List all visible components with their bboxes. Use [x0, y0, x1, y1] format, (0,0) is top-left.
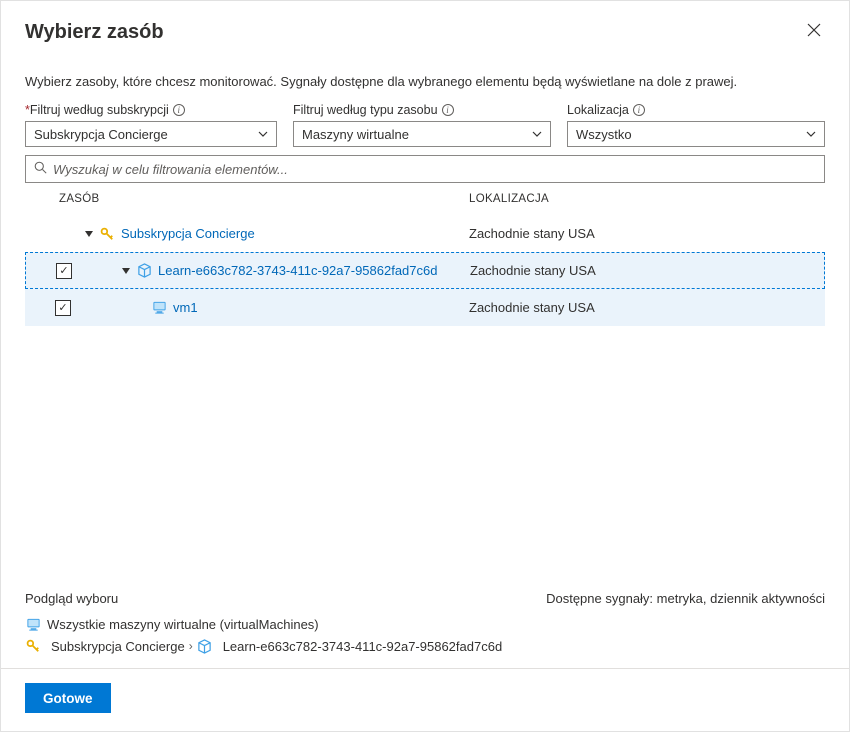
close-icon: [807, 23, 821, 37]
tree-row-vm[interactable]: ✓ vm1 Zachodnie stany USA: [25, 289, 825, 326]
preview-all-vms: Wszystkie maszyny wirtualne (virtualMach…: [25, 616, 825, 632]
preview-breadcrumb: Subskrypcja Concierge › Learn-e663c782-3…: [25, 638, 825, 654]
key-icon: [25, 638, 41, 654]
filter-subscription-label: Filtruj według subskrypcji i: [25, 103, 277, 117]
search-container[interactable]: [25, 155, 825, 183]
resource-group-location: Zachodnie stany USA: [470, 263, 596, 278]
expand-icon[interactable]: [85, 231, 93, 237]
vm-location: Zachodnie stany USA: [469, 300, 595, 315]
preview-label: Podgląd wyboru: [25, 591, 118, 606]
filter-resourcetype-label: Filtruj według typu zasobu i: [293, 103, 551, 117]
checkbox-vm[interactable]: ✓: [55, 300, 71, 316]
search-icon: [34, 161, 47, 177]
subscription-location: Zachodnie stany USA: [469, 226, 595, 241]
tree-row-resource-group[interactable]: ✓ Learn-e663c782-3743-411c-92a7-95862fad…: [25, 252, 825, 289]
search-input[interactable]: [53, 162, 816, 177]
checkbox-resource-group[interactable]: ✓: [56, 263, 72, 279]
filter-location-label: Lokalizacja i: [567, 103, 825, 117]
close-button[interactable]: [803, 19, 825, 46]
breadcrumb-resource-group: Learn-e663c782-3743-411c-92a7-95862fad7c…: [223, 639, 502, 654]
info-icon[interactable]: i: [442, 104, 454, 116]
filter-location-value: Wszystko: [576, 127, 632, 142]
resource-group-link[interactable]: Learn-e663c782-3743-411c-92a7-95862fad7c…: [158, 263, 437, 278]
key-icon: [99, 226, 115, 242]
vm-link[interactable]: vm1: [173, 300, 198, 315]
done-button[interactable]: Gotowe: [25, 683, 111, 713]
filter-subscription-select[interactable]: Subskrypcja Concierge: [25, 121, 277, 147]
column-resource-header: ZASÓB: [59, 193, 469, 205]
chevron-right-icon: ›: [189, 639, 193, 653]
description-text: Wybierz zasoby, które chcesz monitorować…: [25, 74, 825, 89]
panel-title: Wybierz zasób: [25, 21, 164, 44]
column-location-header: LOKALIZACJA: [469, 193, 825, 205]
chevron-down-icon: [532, 131, 542, 137]
expand-icon[interactable]: [122, 268, 130, 274]
resource-group-icon: [197, 638, 213, 654]
tree-row-subscription[interactable]: Subskrypcja Concierge Zachodnie stany US…: [25, 215, 825, 252]
resource-group-icon: [136, 263, 152, 279]
breadcrumb-subscription: Subskrypcja Concierge: [51, 639, 185, 654]
filter-subscription-value: Subskrypcja Concierge: [34, 127, 168, 142]
vm-icon: [151, 300, 167, 316]
info-icon[interactable]: i: [633, 104, 645, 116]
divider: [1, 668, 849, 669]
chevron-down-icon: [806, 131, 816, 137]
subscription-link[interactable]: Subskrypcja Concierge: [121, 226, 255, 241]
vm-icon: [25, 616, 41, 632]
chevron-down-icon: [258, 131, 268, 137]
available-signals-label: Dostępne sygnały: metryka, dziennik akty…: [546, 591, 825, 606]
filter-resourcetype-select[interactable]: Maszyny wirtualne: [293, 121, 551, 147]
filter-location-select[interactable]: Wszystko: [567, 121, 825, 147]
info-icon[interactable]: i: [173, 104, 185, 116]
filter-resourcetype-value: Maszyny wirtualne: [302, 127, 409, 142]
